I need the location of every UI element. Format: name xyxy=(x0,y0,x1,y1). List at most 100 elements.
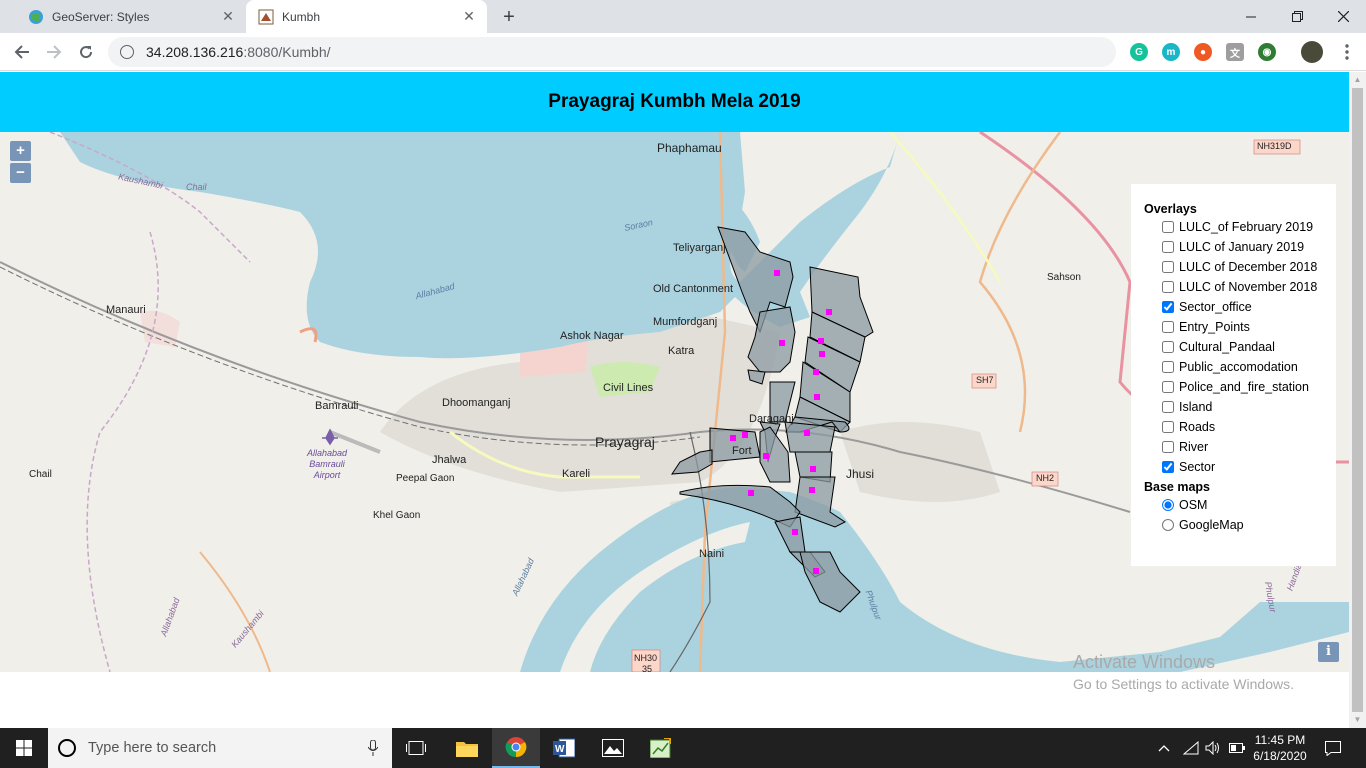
browser-toolbar: 34.208.136.216:8080/Kumbh/ G m ● 文 ◉ xyxy=(0,33,1366,71)
browser-tab-bar: GeoServer: Styles ✕ Kumbh ✕ + xyxy=(0,0,1366,33)
map-viewport[interactable]: Phaphamau Teliyarganj Old Cantonment Mum… xyxy=(0,132,1349,672)
overlay-checkbox[interactable] xyxy=(1162,460,1174,473)
globe-extension-icon[interactable]: ◉ xyxy=(1258,43,1276,61)
overlay-layer-toggle[interactable]: Island xyxy=(1162,396,1336,417)
overlay-checkbox[interactable] xyxy=(1162,400,1174,413)
volume-icon[interactable] xyxy=(1202,728,1224,768)
overlay-layer-toggle[interactable]: Sector_office xyxy=(1162,296,1336,317)
task-view-icon[interactable] xyxy=(392,728,440,768)
basemap-option[interactable]: OSM xyxy=(1162,494,1336,515)
basemap-option[interactable]: GoogleMap xyxy=(1162,514,1336,535)
overlay-label: LULC of January 2019 xyxy=(1179,239,1305,254)
overlay-layer-toggle[interactable]: Roads xyxy=(1162,416,1336,437)
overlay-checkbox[interactable] xyxy=(1162,320,1174,333)
address-bar[interactable]: 34.208.136.216:8080/Kumbh/ xyxy=(108,37,1116,67)
watermark-title: Activate Windows xyxy=(1073,652,1216,672)
file-explorer-icon[interactable] xyxy=(443,728,491,768)
chrome-icon[interactable] xyxy=(492,728,540,768)
overlay-layer-toggle[interactable]: LULC of November 2018 xyxy=(1162,276,1336,297)
overlay-checkbox[interactable] xyxy=(1162,220,1174,233)
basemap-label: OSM xyxy=(1179,497,1208,512)
overlay-layer-toggle[interactable]: River xyxy=(1162,436,1336,457)
profile-avatar[interactable] xyxy=(1301,41,1323,63)
map-label-jhusi: Jhusi xyxy=(846,467,875,481)
close-icon[interactable] xyxy=(1320,0,1366,33)
overlay-label: Entry_Points xyxy=(1179,319,1250,334)
overlay-checkbox[interactable] xyxy=(1162,240,1174,253)
forward-arrow-icon[interactable] xyxy=(43,41,65,63)
map-label-dhoomanganj: Dhoomanganj xyxy=(442,397,511,409)
photos-icon[interactable] xyxy=(589,728,637,768)
map-label-bamrauli: Bamrauli xyxy=(315,400,359,412)
taskbar-search-box[interactable]: Type here to search xyxy=(48,728,392,768)
tab-geoserver-styles[interactable]: GeoServer: Styles ✕ xyxy=(8,0,246,33)
map-label-prayagraj: Prayagraj xyxy=(595,434,655,450)
map-label-chail-district: Chail xyxy=(186,182,207,192)
translate-extension-icon[interactable]: 文 xyxy=(1226,43,1244,61)
basemap-radio[interactable] xyxy=(1162,518,1174,531)
zoom-out-button[interactable]: − xyxy=(10,163,31,183)
minimize-icon[interactable] xyxy=(1228,0,1274,33)
scroll-up-icon[interactable]: ▲ xyxy=(1349,72,1366,88)
tab-title: GeoServer: Styles xyxy=(52,9,150,24)
taskbar-clock[interactable]: 11:45 PM 6/18/2020 xyxy=(1246,732,1314,764)
overlay-label: Public_accomodation xyxy=(1179,359,1298,374)
new-tab-button[interactable]: + xyxy=(498,6,520,29)
overlay-layer-toggle[interactable]: LULC of January 2019 xyxy=(1162,236,1336,257)
overlay-layer-toggle[interactable]: LULC_of February 2019 xyxy=(1162,216,1336,237)
project-app-icon[interactable] xyxy=(637,728,685,768)
map-label-civil-lines: Civil Lines xyxy=(603,382,654,394)
site-info-icon[interactable] xyxy=(120,45,134,59)
layer-switcher-panel: Overlays LULC_of February 2019 LULC of Ja… xyxy=(1131,184,1336,566)
attribution-info-button[interactable]: i xyxy=(1318,642,1339,662)
overlay-layer-toggle[interactable]: Sector xyxy=(1162,456,1336,477)
reload-icon[interactable] xyxy=(75,41,97,63)
overlay-checkbox[interactable] xyxy=(1162,260,1174,273)
basemap-label: GoogleMap xyxy=(1179,517,1244,532)
road-shield-nh30: NH30 xyxy=(634,653,658,663)
battery-icon[interactable] xyxy=(1226,728,1248,768)
map-label-naini: Naini xyxy=(699,548,725,560)
map-label-khel-gaon: Khel Gaon xyxy=(373,510,421,521)
close-tab-icon[interactable]: ✕ xyxy=(220,8,236,24)
map-label-jhalwa: Jhalwa xyxy=(432,454,467,466)
map-label-old-cantonment: Old Cantonment xyxy=(653,283,734,295)
overlay-label: Cultural_Pandaal xyxy=(1179,339,1275,354)
shield-extension-icon[interactable]: ● xyxy=(1194,43,1212,61)
back-arrow-icon[interactable] xyxy=(11,41,33,63)
overlay-layer-toggle[interactable]: LULC of December 2018 xyxy=(1162,256,1336,277)
page-title: Prayagraj Kumbh Mela 2019 xyxy=(548,91,801,112)
windows-start-icon[interactable] xyxy=(0,728,48,768)
overlay-layer-toggle[interactable]: Police_and_fire_station xyxy=(1162,376,1336,397)
grammarly-extension-icon[interactable]: G xyxy=(1130,43,1148,61)
overlay-checkbox[interactable] xyxy=(1162,340,1174,353)
basemap-radio[interactable] xyxy=(1162,498,1174,511)
overlay-checkbox[interactable] xyxy=(1162,440,1174,453)
m-extension-icon[interactable]: m xyxy=(1162,43,1180,61)
close-tab-icon[interactable]: ✕ xyxy=(461,8,477,24)
overlay-layer-toggle[interactable]: Public_accomodation xyxy=(1162,356,1336,377)
overlay-checkbox[interactable] xyxy=(1162,280,1174,293)
notifications-icon[interactable] xyxy=(1320,728,1346,768)
show-hidden-icons-icon[interactable] xyxy=(1155,728,1173,768)
scroll-down-icon[interactable]: ▼ xyxy=(1349,712,1366,728)
overlay-checkbox[interactable] xyxy=(1162,360,1174,373)
overlay-checkbox[interactable] xyxy=(1162,380,1174,393)
scrollbar-thumb[interactable] xyxy=(1352,88,1363,712)
overlay-checkbox[interactable] xyxy=(1162,300,1174,313)
restore-icon[interactable] xyxy=(1274,0,1320,33)
overlay-checkbox[interactable] xyxy=(1162,420,1174,433)
word-icon[interactable]: W xyxy=(540,728,588,768)
overlay-layer-toggle[interactable]: Entry_Points xyxy=(1162,316,1336,337)
tab-kumbh[interactable]: Kumbh ✕ xyxy=(246,0,487,33)
microphone-icon[interactable] xyxy=(367,739,379,761)
network-icon[interactable] xyxy=(1180,728,1202,768)
url-path: :8080/Kumbh/ xyxy=(243,44,331,60)
overlay-layer-toggle[interactable]: Cultural_Pandaal xyxy=(1162,336,1336,357)
overlay-label: Police_and_fire_station xyxy=(1179,379,1309,394)
map-label-teliyarganj: Teliyarganj xyxy=(673,242,726,254)
overlay-label: Sector xyxy=(1179,459,1216,474)
menu-kebab-icon[interactable] xyxy=(1336,41,1358,63)
zoom-in-button[interactable]: + xyxy=(10,141,31,161)
page-scrollbar[interactable]: ▲ ▼ xyxy=(1349,72,1366,728)
